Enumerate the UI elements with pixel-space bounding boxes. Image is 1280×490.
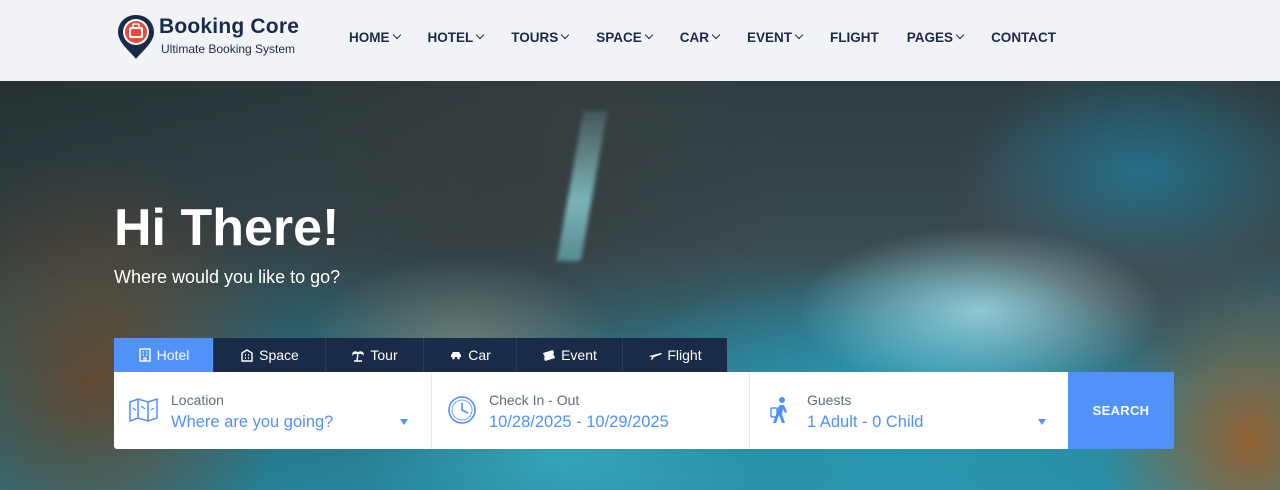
ticket-icon [542,348,556,362]
tab-label: Car [468,347,491,363]
palm-tree-icon [351,348,365,362]
chevron-down-icon [794,30,804,40]
tab-flight[interactable]: Flight [623,338,727,372]
map-icon [129,397,158,423]
nav-item-home[interactable]: HOME [335,27,414,47]
guests-field[interactable]: Guests 1 Adult - 0 Child [750,372,1068,449]
date-range-label: Check In - Out [489,392,580,408]
nav-label: CAR [679,29,710,45]
location-input[interactable]: Where are you going? [171,413,333,432]
site-header: Booking Core Ultimate Booking System HOM… [0,0,1280,81]
guests-label: Guests [807,392,852,408]
nav-label: CONTACT [991,29,1057,45]
date-range-field[interactable]: Check In - Out 10/28/2025 - 10/29/2025 [432,372,750,449]
nav-label: EVENT [747,29,793,45]
nav-item-event[interactable]: EVENT [733,27,816,47]
booking-pin-icon [118,15,154,59]
nav-item-flight[interactable]: FLIGHT [816,27,893,47]
nav-label: FLIGHT [830,29,879,45]
dropdown-caret-icon [1038,419,1046,425]
hero-banner: Hi There! Where would you like to go? Ho… [0,81,1280,490]
search-form: Location Where are you going? Check In -… [114,372,1174,449]
tab-tour[interactable]: Tour [326,338,424,372]
tab-event[interactable]: Event [517,338,623,372]
tab-hotel[interactable]: Hotel [114,338,214,372]
hero-title: Hi There! [114,199,340,257]
nav-item-contact[interactable]: CONTACT [977,27,1070,47]
nav-label: PAGES [906,29,954,45]
tab-label: Tour [370,347,398,363]
brand-logo[interactable]: Booking Core Ultimate Booking System [116,13,316,63]
dropdown-caret-icon [400,419,408,425]
hotel-icon [138,348,152,362]
guests-input[interactable]: 1 Adult - 0 Child [807,413,923,432]
nav-label: TOURS [511,29,559,45]
clock-icon [448,396,476,424]
tab-label: Flight [667,347,702,363]
location-field[interactable]: Location Where are you going? [114,372,432,449]
date-range-input[interactable]: 10/28/2025 - 10/29/2025 [489,413,669,432]
nav-label: HOTEL [427,29,474,45]
tab-label: Space [259,347,299,363]
nav-item-tours[interactable]: TOURS [497,27,582,47]
tab-space[interactable]: Space [214,338,326,372]
brand-title: Booking Core [159,15,300,38]
search-button[interactable]: SEARCH [1068,372,1174,449]
chevron-down-icon [955,30,965,40]
tab-label: Event [561,347,597,363]
hero-subtitle: Where would you like to go? [114,267,341,287]
nav-item-car[interactable]: CAR [666,27,733,47]
chevron-down-icon [392,30,401,40]
location-label: Location [171,392,224,408]
chevron-down-icon [644,30,654,40]
traveler-icon [770,397,787,423]
tab-label: Hotel [156,347,190,363]
nav-label: HOME [349,29,390,45]
nav-item-pages[interactable]: PAGES [893,27,977,47]
nav-item-space[interactable]: SPACE [582,27,666,47]
car-icon [449,348,463,362]
main-nav: HOME HOTEL TOURS SPACE CAR EVENT FLIGHT … [335,27,1070,49]
nav-label: SPACE [596,29,642,45]
nav-item-hotel[interactable]: HOTEL [414,27,498,47]
search-tabs: Hotel Space Tour Car Event Flight [114,338,727,372]
chevron-down-icon [561,30,570,40]
chevron-down-icon [711,30,721,40]
tab-car[interactable]: Car [424,338,517,372]
building-icon [240,348,254,362]
brand-subtitle: Ultimate Booking System [161,42,296,56]
chevron-down-icon [476,30,485,40]
plane-icon [648,348,663,362]
